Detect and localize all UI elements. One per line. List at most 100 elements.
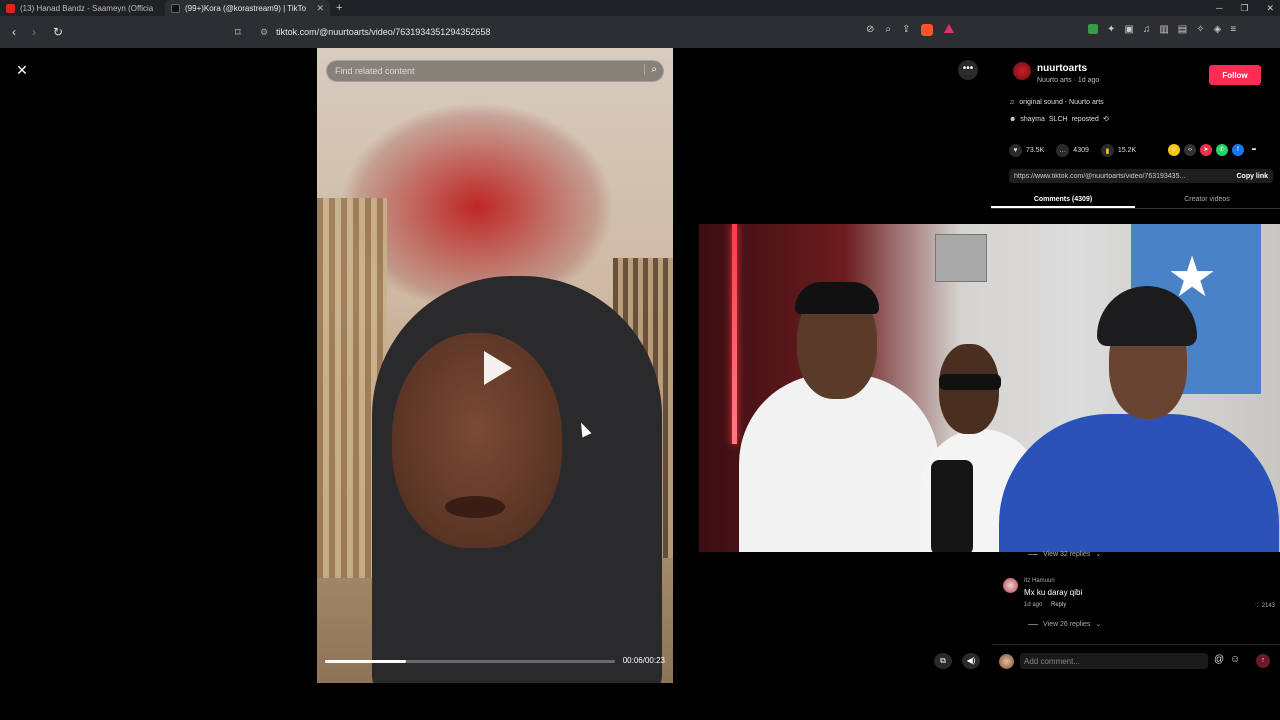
extension-green-icon[interactable] [1088, 24, 1098, 34]
facebook-icon[interactable]: f [1232, 144, 1244, 156]
tab-creator-videos[interactable]: Creator videos [1135, 191, 1279, 208]
mention-icon[interactable]: @ [1214, 654, 1224, 665]
brave-shields-icon[interactable] [921, 24, 934, 36]
sound-title: original sound - Nuurto arts [1019, 99, 1104, 106]
comment-likes-count: 2143 [1261, 603, 1275, 609]
view-replies-label: View 32 replies [1043, 550, 1091, 558]
leo-icon[interactable]: ✧ [1196, 24, 1204, 35]
more-options-icon[interactable]: ••• [958, 60, 978, 80]
tab-title: (99+)Kora (@korastream9) | TikTo [185, 3, 307, 13]
view-replies-button[interactable]: View 32 replies ⌄ [1028, 550, 1101, 558]
engagement-stats: ♥ 73.5K … 4309 ▮ 15.2K [1009, 144, 1136, 157]
menu-icon[interactable]: ≡ [1230, 24, 1236, 35]
repost-user[interactable]: shayma [1020, 116, 1045, 123]
sidebar-icon[interactable]: ▥ [1159, 24, 1168, 35]
repost-icon: ⟲ [1102, 116, 1109, 123]
cam-scene-person-left [739, 374, 939, 552]
volume-icon[interactable]: ◀) [962, 653, 980, 669]
video-link-text: https://www.tiktok.com/@nuurtoarts/video… [1014, 172, 1186, 180]
video-progress-fill [325, 660, 407, 663]
url-text: tiktok.com/@nuurtoarts/video/76319343512… [276, 27, 491, 37]
close-icon[interactable]: ✕ [12, 60, 32, 80]
heart-icon[interactable]: ♥ [1009, 144, 1022, 157]
add-comment-input[interactable] [1020, 653, 1208, 669]
share-icons: ☺ ‹› ➤ ✆ f ➦ [1168, 144, 1260, 156]
play-icon[interactable] [484, 351, 512, 385]
zoom-icon[interactable]: ⌕ [885, 24, 891, 36]
video-scene-mouth [445, 496, 505, 518]
restore-icon[interactable]: ❐ [1240, 3, 1248, 14]
author-username[interactable]: nuurtoarts [1037, 63, 1087, 74]
author-meta: Nuurto arts · 1d ago [1037, 77, 1100, 84]
bookmark-icon[interactable]: ▮ [1100, 144, 1114, 157]
screenshot-icon[interactable]: ▣ [1124, 24, 1133, 35]
whatsapp-icon[interactable]: ✆ [1216, 144, 1228, 156]
view-replies-label: View 26 replies [1043, 620, 1091, 628]
search-placeholder: Find related content [335, 66, 415, 76]
likes-count: 73.5K [1026, 147, 1045, 154]
comment-item: Itz Hamuun Mx ku daray qibi 1d ago Reply… [1003, 576, 1275, 618]
wallet-icon[interactable]: ▤ [1178, 24, 1187, 35]
heart-outline-icon: ♡ [1254, 603, 1262, 609]
comment-likes[interactable]: ♡ 2143 [1255, 602, 1275, 609]
repost-share-icon[interactable]: ☺ [1168, 144, 1180, 156]
embed-icon[interactable]: ‹› [1184, 144, 1196, 156]
copy-link-button[interactable]: Copy link [1231, 173, 1273, 180]
reload-icon[interactable]: ↻ [48, 25, 68, 39]
comment-text: Mx ku daray qibi [1024, 588, 1083, 597]
divider [1028, 623, 1038, 625]
follow-button[interactable]: Follow [1209, 65, 1261, 85]
video-player[interactable]: Find related content ⌕ 00:06/00:23 [317, 48, 673, 683]
browser-tab-strip: (13) Hanad Bandz - Saameyn (Officia (99+… [0, 0, 1280, 16]
tiktok-video-page: ✕ Find related content ⌕ 00:06/00:23 •••… [0, 48, 1280, 683]
close-window-icon[interactable]: ✕ [1266, 3, 1274, 14]
address-bar-actions: ⊘ ⌕ ⇪ [866, 24, 955, 36]
divider [1028, 553, 1038, 555]
media-icon[interactable]: ♫ [1143, 24, 1151, 35]
vpn-icon[interactable]: ◈ [1214, 24, 1222, 35]
share-page-icon[interactable]: ⇪ [902, 24, 910, 36]
video-link-row: https://www.tiktok.com/@nuurtoarts/video… [1009, 169, 1273, 183]
new-tab-button[interactable]: + [336, 2, 342, 14]
comment-icon[interactable]: … [1056, 144, 1070, 157]
video-time: 00:06/00:23 [622, 656, 665, 665]
current-user-avatar [999, 654, 1014, 669]
sound-row[interactable]: ♫ original sound - Nuurto arts [1009, 99, 1104, 106]
repost-user-icon: ☻ [1009, 115, 1017, 123]
youtube-favicon-icon [6, 3, 15, 13]
screen-bottom-edge [0, 683, 1280, 720]
commenter-name[interactable]: Itz Hamuun [1024, 578, 1055, 584]
brave-rewards-icon[interactable] [944, 24, 955, 33]
close-tab-icon[interactable]: ✕ [316, 3, 324, 14]
comment-date: 1d ago [1024, 602, 1043, 608]
cam-scene-hair-left [795, 282, 879, 314]
minimize-icon[interactable]: ─ [1216, 3, 1222, 13]
cam-scene-shelf [935, 234, 987, 282]
comments-count: 4309 [1073, 147, 1089, 154]
tab-comments[interactable]: Comments (4309) [991, 191, 1135, 208]
back-icon[interactable]: ‹ [4, 25, 24, 39]
post-comment-icon[interactable]: ↑ [1256, 654, 1270, 668]
repost-label: reposted [1071, 115, 1099, 123]
extensions-puzzle-icon[interactable]: ✦ [1107, 24, 1115, 35]
add-comment-bar: @ ☺ ↑ [992, 644, 1280, 676]
repost-suffix: SLCH [1048, 115, 1068, 123]
reply-button[interactable]: Reply [1051, 602, 1066, 608]
emoji-icon[interactable]: ☺ [1230, 654, 1240, 665]
repost-row: ☻ shayma SLCH reposted ⟲ [1009, 115, 1109, 124]
find-related-search[interactable]: Find related content ⌕ [326, 60, 664, 82]
send-icon[interactable]: ➤ [1200, 144, 1212, 156]
forward-icon[interactable]: › [24, 25, 44, 39]
picture-in-picture-icon[interactable]: ⧉ [934, 653, 952, 669]
reader-mode-icon[interactable]: ⊘ [866, 24, 874, 36]
video-progress-bar[interactable] [325, 660, 615, 663]
author-avatar[interactable] [1013, 62, 1031, 80]
share-arrow-icon[interactable]: ➦ [1248, 144, 1260, 156]
search-icon[interactable]: ⌕ [644, 64, 657, 75]
view-replies-button[interactable]: View 26 replies ⌄ [1028, 620, 1101, 628]
bookmark-icon[interactable]: ⌑ [235, 26, 241, 39]
browser-tab-tiktok[interactable]: (99+)Kora (@korastream9) | TikTo ✕ [165, 0, 330, 16]
site-info-icon[interactable]: ⚙ [260, 27, 268, 38]
commenter-avatar[interactable] [1003, 578, 1018, 593]
browser-tab-youtube[interactable]: (13) Hanad Bandz - Saameyn (Officia [0, 0, 165, 16]
